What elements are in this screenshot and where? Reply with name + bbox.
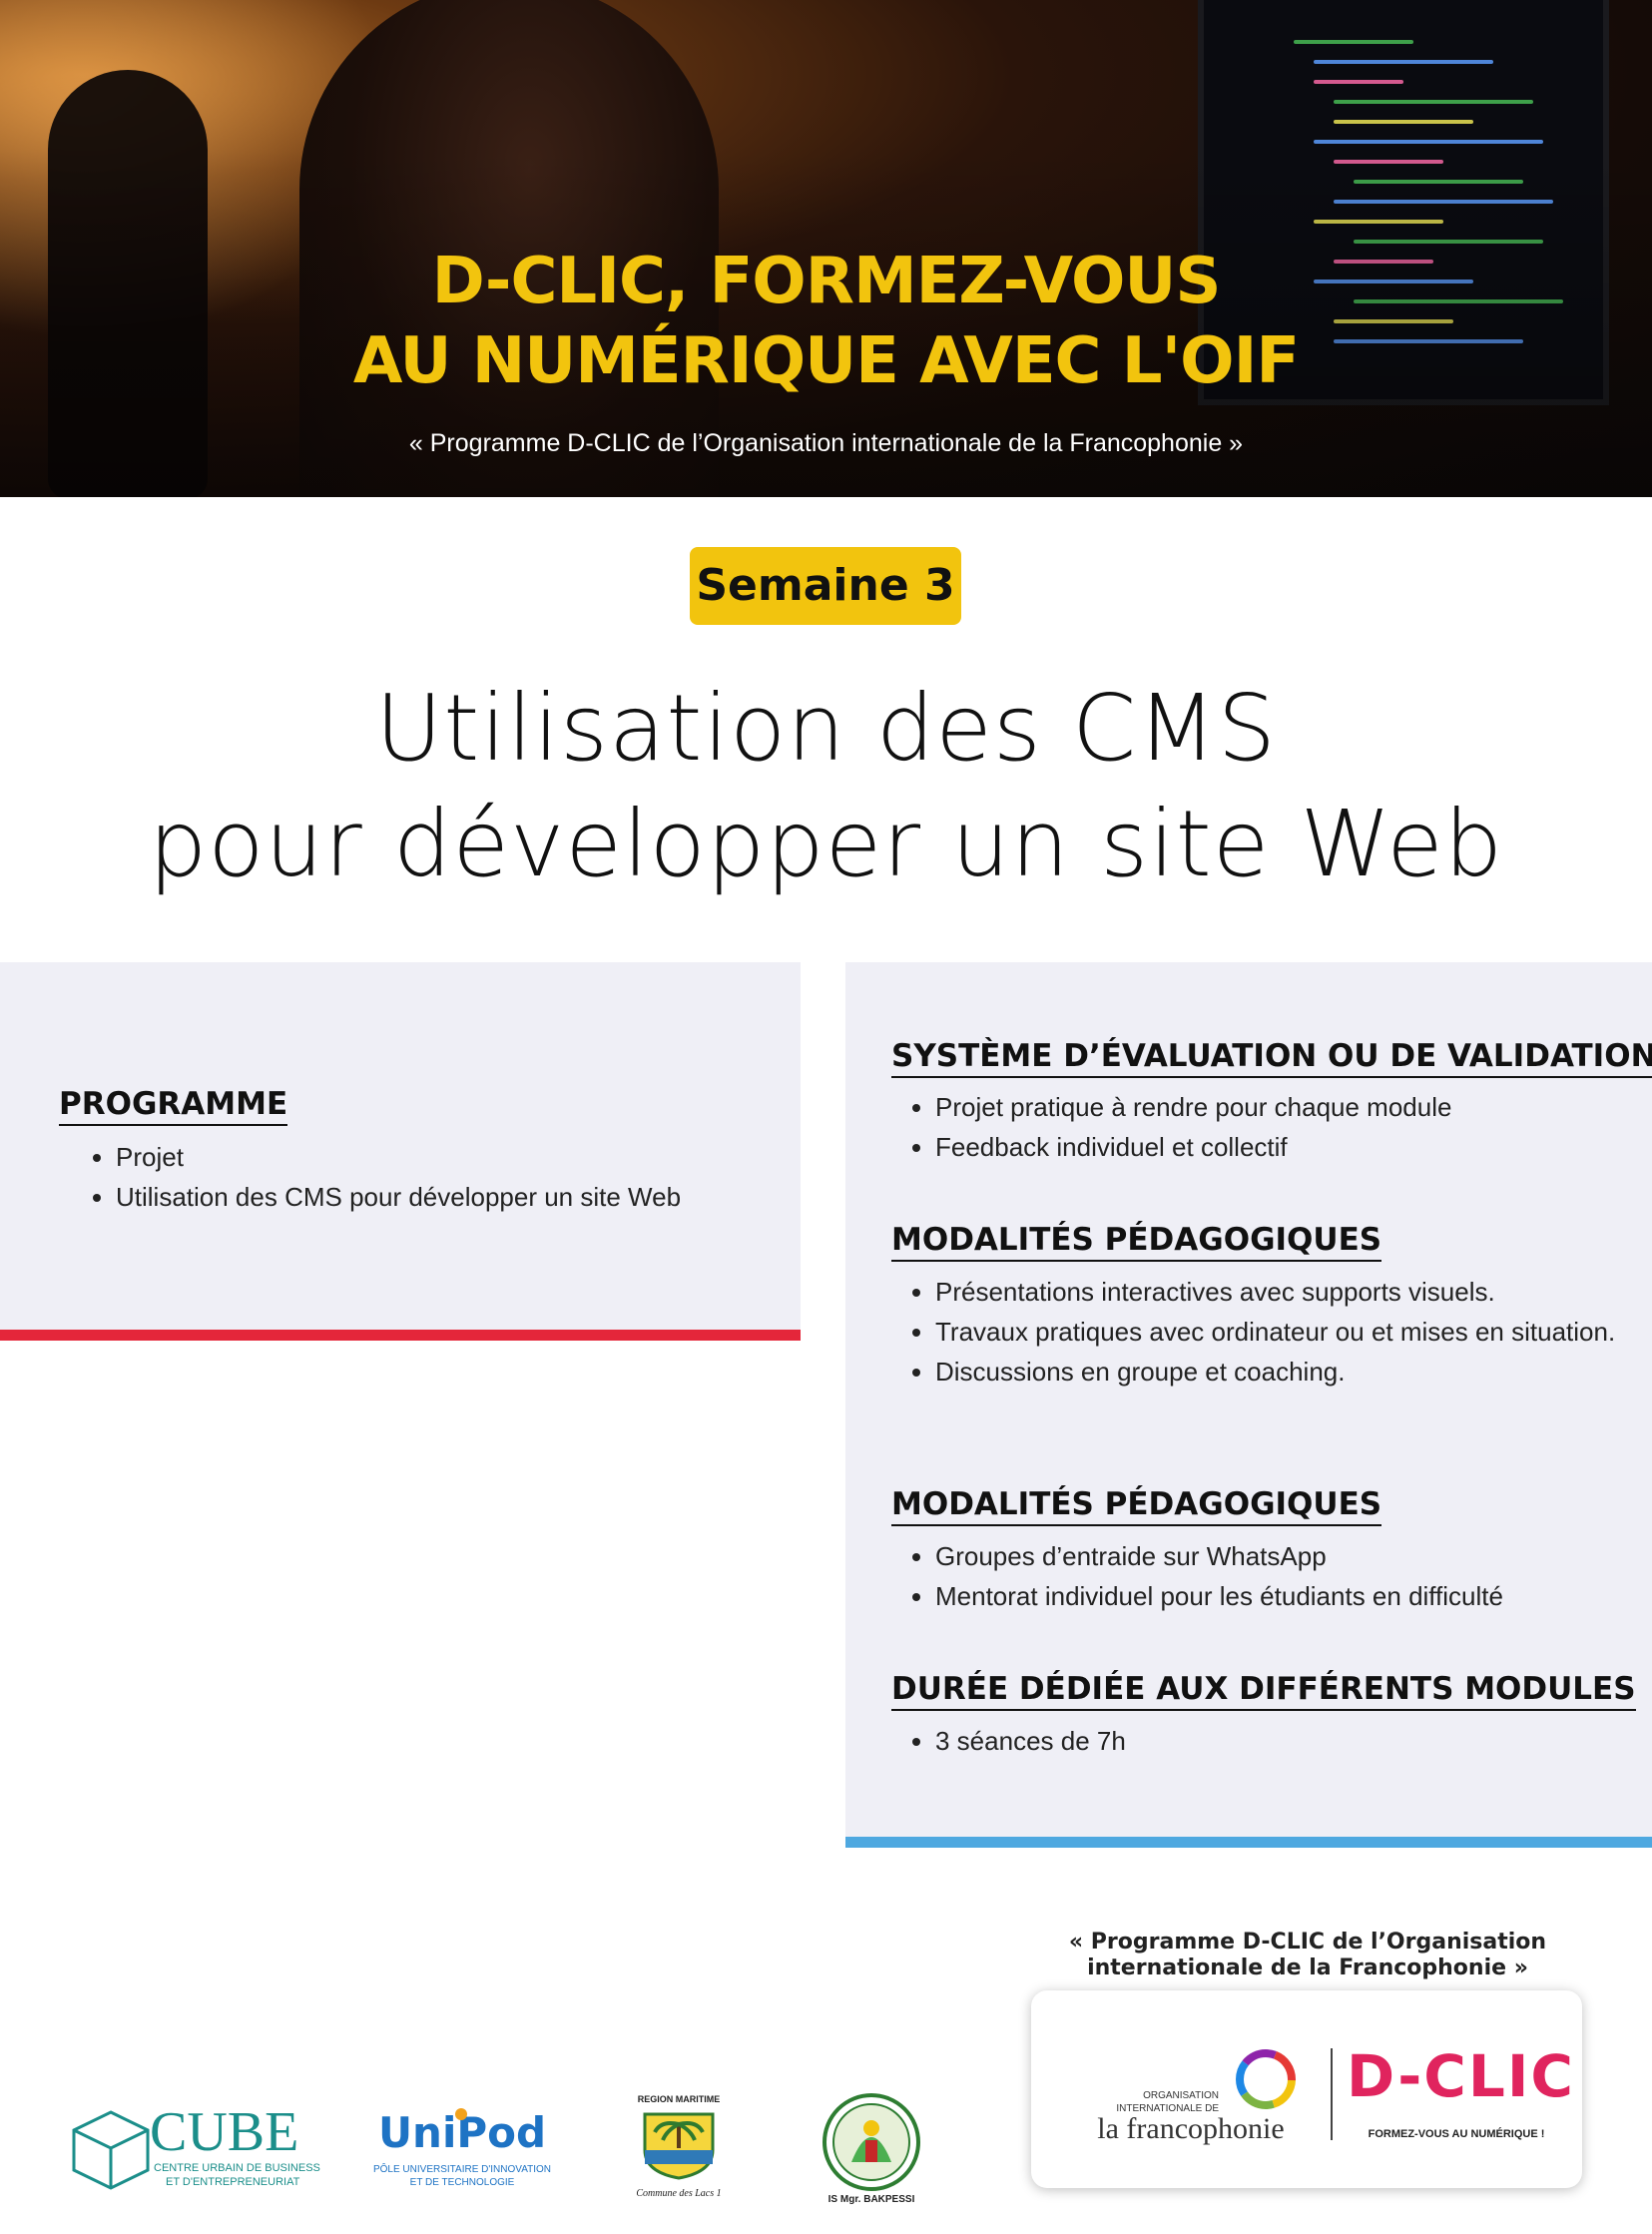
page-title-line1: Utilisation des CMS [374,675,1278,782]
bakpessi-seal-icon [823,2093,920,2191]
duration-heading: DURÉE DÉDIÉE AUX DIFFÉRENTS MODULES [891,1671,1636,1711]
unipod-logo: UniPod PÔLE UNIVERSITAIRE D'INNOVATION E… [369,2108,555,2194]
list-item: Présentations interactives avec supports… [935,1272,1634,1312]
dclic-name: D-CLIC [1347,2042,1575,2110]
list-item: Projet [116,1137,681,1177]
oif-name: la francophonie [1097,2112,1285,2145]
list-item: Feedback individuel et collectif [935,1127,1451,1167]
hero-subtitle: « Programme D-CLIC de l’Organisation int… [408,429,1244,457]
list-item: 3 séances de 7h [935,1721,1126,1761]
programme-list: Projet Utilisation des CMS pour développ… [72,1137,681,1217]
region-crest-icon [643,2112,715,2180]
list-item: Groupes d’entraide sur WhatsApp [935,1536,1503,1576]
footer-quote: « Programme D-CLIC de l’Organisation int… [1068,1930,1547,1980]
oif-dclic-card: ORGANISATION INTERNATIONALE DE la franco… [1031,1990,1582,2188]
list-item: Utilisation des CMS pour développer un s… [116,1177,681,1217]
list-item: Projet pratique à rendre pour chaque mod… [935,1087,1451,1127]
pedagogy-heading: MODALITÉS PÉDAGOGIQUES [891,1222,1382,1262]
duration-list: 3 séances de 7h [891,1721,1126,1761]
oif-line1: ORGANISATION [1143,2090,1219,2101]
list-item: Discussions en groupe et coaching. [935,1352,1634,1392]
list-item: Travaux pratiques avec ordinateur ou et … [935,1312,1634,1352]
hero-title-line1: D-CLIC, FORMEZ-VOUS [431,245,1222,318]
francophonie-ring-icon [1236,2049,1296,2109]
cube-line2: ET D'ENTREPRENEURIAT [166,2176,300,2188]
region-logo: REGION MARITIME Commune des Lacs 1 [627,2094,731,2206]
programme-heading: PROGRAMME [59,1086,288,1126]
evaluation-heading: SYSTÈME D’ÉVALUATION OU DE VALIDATION [891,1038,1652,1078]
list-item: Mentorat individuel pour les étudiants e… [935,1576,1503,1616]
region-top: REGION MARITIME [637,2094,721,2104]
page-title-line2: pour développer un site Web [148,791,1504,897]
unipod-dot-icon [455,2108,467,2120]
cube-logo: CUBE CENTRE URBAIN DE BUSINESS ET D'ENTR… [70,2101,320,2194]
cube-line1: CENTRE URBAIN DE BUSINESS [154,2162,320,2174]
pedagogy-list: Présentations interactives avec supports… [891,1272,1634,1392]
bakpessi-logo: IS Mgr. BAKPESSI [817,2092,926,2208]
region-bottom: Commune des Lacs 1 [636,2188,722,2199]
week-badge: Semaine 3 [690,547,961,625]
dclic-tagline: FORMEZ-VOUS AU NUMÉRIQUE ! [1368,2128,1545,2140]
blue-accent-bar [845,1837,1652,1848]
cube-icon [72,2110,150,2190]
card-divider [1331,2048,1333,2140]
unipod-line1: PÔLE UNIVERSITAIRE D'INNOVATION [372,2164,552,2175]
support-list: Groupes d’entraide sur WhatsApp Mentorat… [891,1536,1503,1616]
bakpessi-name: IS Mgr. BAKPESSI [827,2194,915,2205]
hero-title-line2: AU NUMÉRIQUE AVEC L'OIF [352,324,1300,398]
evaluation-list: Projet pratique à rendre pour chaque mod… [891,1087,1451,1167]
hero-banner: D-CLIC, FORMEZ-VOUS AU NUMÉRIQUE AVEC L'… [0,0,1652,497]
cube-name: CUBE [150,2101,299,2163]
support-heading: MODALITÉS PÉDAGOGIQUES [891,1486,1382,1526]
red-accent-bar [0,1330,801,1341]
unipod-line2: ET DE TECHNOLOGIE [409,2177,515,2188]
